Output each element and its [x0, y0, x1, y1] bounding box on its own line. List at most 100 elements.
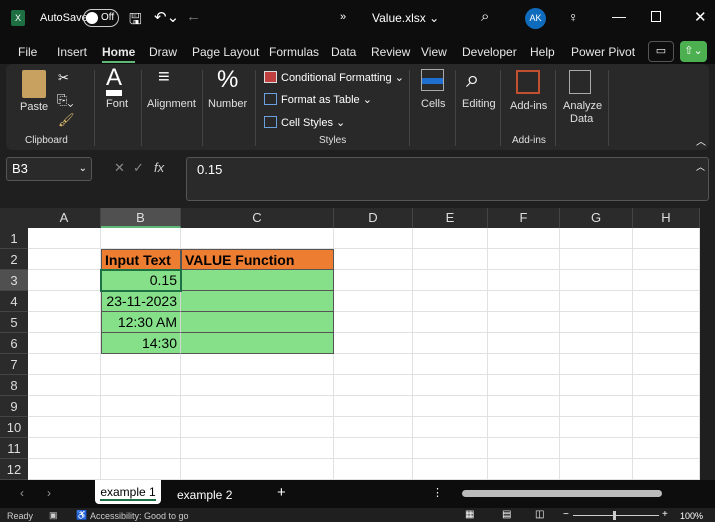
font-button[interactable]: Font	[106, 98, 128, 110]
filename[interactable]: Value.xlsx ⌄	[372, 11, 439, 25]
cancel-icon[interactable]: ✕	[114, 160, 125, 176]
lightbulb-icon[interactable]: ♀	[568, 9, 579, 25]
zoom-level[interactable]: 100%	[680, 511, 703, 521]
row-header-8[interactable]: 8	[0, 375, 28, 396]
cut-icon[interactable]: ✂	[58, 70, 69, 86]
collapse-ribbon-icon[interactable]: ︿	[696, 133, 706, 148]
more-commands-icon[interactable]: »	[340, 11, 346, 23]
column-header-G[interactable]: G	[560, 208, 633, 228]
column-header-H[interactable]: H	[633, 208, 700, 228]
row-header-3[interactable]: 3	[0, 270, 28, 291]
maximize-button[interactable]	[651, 11, 661, 22]
analyze-data-button[interactable]: Analyze	[563, 100, 602, 112]
tab-formulas[interactable]: Formulas	[269, 45, 319, 59]
value-function-cell[interactable]	[181, 333, 334, 354]
insert-function-icon[interactable]: fx	[154, 160, 164, 175]
vertical-scrollbar[interactable]	[700, 228, 715, 480]
row-header-4[interactable]: 4	[0, 291, 28, 312]
sheet-tab-example-1[interactable]: example 1	[95, 480, 161, 504]
row-header-6[interactable]: 6	[0, 333, 28, 354]
undo-icon[interactable]: ↶⌄	[154, 8, 179, 26]
value-function-cell[interactable]	[181, 291, 334, 312]
column-header-A[interactable]: A	[28, 208, 101, 228]
tab-help[interactable]: Help	[530, 45, 555, 59]
tab-view[interactable]: View	[421, 45, 447, 59]
page-layout-view-icon[interactable]: ▤	[502, 509, 511, 520]
accessibility-status[interactable]: Accessibility: Good to go	[90, 511, 189, 521]
row-header-12[interactable]: 12	[0, 459, 28, 480]
tab-page-layout[interactable]: Page Layout	[192, 45, 259, 59]
row-header-1[interactable]: 1	[0, 228, 28, 249]
row-header-11[interactable]: 11	[0, 438, 28, 459]
tab-insert[interactable]: Insert	[57, 45, 87, 59]
zoom-out-button[interactable]: −	[563, 509, 569, 520]
tab-draw[interactable]: Draw	[149, 45, 177, 59]
row-header-10[interactable]: 10	[0, 417, 28, 438]
column-header-B[interactable]: B	[101, 208, 181, 228]
avatar[interactable]: AK	[525, 8, 546, 29]
copy-icon[interactable]: ⎘⌄	[57, 92, 74, 108]
column-header-F[interactable]: F	[488, 208, 560, 228]
value-function-cell[interactable]	[181, 312, 334, 333]
name-box[interactable]: B3 ⌄	[6, 157, 92, 181]
input-text-cell[interactable]: 14:30	[101, 333, 181, 354]
select-all-corner[interactable]	[0, 208, 28, 228]
row-header-7[interactable]: 7	[0, 354, 28, 375]
expand-formula-bar-icon[interactable]: ︿	[696, 160, 705, 173]
enter-icon[interactable]: ✓	[133, 160, 144, 176]
search-icon[interactable]: ⌕	[481, 8, 489, 25]
header-input-text[interactable]: Input Text	[101, 249, 181, 270]
cells-button[interactable]: Cells	[421, 98, 445, 110]
formula-input[interactable]: 0.15	[186, 157, 709, 201]
share-button[interactable]: ⇧⌄	[680, 41, 707, 62]
active-cell-outline	[100, 269, 182, 292]
header-value-function[interactable]: VALUE Function	[181, 249, 334, 270]
paste-button[interactable]: Paste	[20, 101, 48, 113]
input-text-cell[interactable]: 12:30 AM	[101, 312, 181, 333]
editing-button[interactable]: Editing	[462, 98, 496, 110]
conditional-formatting-button[interactable]: Conditional Formatting ⌄	[281, 71, 404, 84]
conditional-formatting-icon	[264, 71, 277, 83]
tab-review[interactable]: Review	[371, 45, 410, 59]
macro-record-icon[interactable]: ▣	[49, 510, 58, 521]
tab-home[interactable]: Home	[102, 45, 136, 63]
format-painter-icon[interactable]: 🖌	[58, 112, 75, 128]
row-header-5[interactable]: 5	[0, 312, 28, 333]
row-header-2[interactable]: 2	[0, 249, 28, 270]
zoom-in-button[interactable]: +	[662, 509, 668, 520]
accessibility-icon[interactable]: ♿	[76, 510, 87, 521]
number-button[interactable]: Number	[208, 98, 247, 110]
next-sheet-icon[interactable]: ›	[47, 486, 51, 500]
save-icon[interactable]: 🖫	[129, 9, 142, 34]
tab-file[interactable]: File	[18, 45, 37, 59]
column-header-D[interactable]: D	[334, 208, 413, 228]
prev-sheet-icon[interactable]: ‹	[20, 486, 24, 500]
tab-power-pivot[interactable]: Power Pivot	[571, 45, 635, 59]
minimize-button[interactable]: —	[612, 8, 626, 24]
sheet-tab-example-2[interactable]: example 2	[177, 488, 232, 502]
alignment-button[interactable]: Alignment	[147, 98, 196, 110]
page-break-view-icon[interactable]: ◫	[535, 509, 544, 520]
redo-icon[interactable]: ←	[186, 8, 201, 25]
add-sheet-button[interactable]: +	[277, 484, 286, 501]
zoom-slider[interactable]	[573, 511, 659, 520]
status-ready: Ready	[7, 511, 34, 521]
close-button[interactable]: ✕	[694, 8, 707, 26]
cell-styles-button[interactable]: Cell Styles ⌄	[281, 116, 345, 129]
column-header-E[interactable]: E	[413, 208, 488, 228]
add-ins-button[interactable]: Add-ins	[510, 100, 547, 112]
tab-data[interactable]: Data	[331, 45, 356, 59]
input-text-cell[interactable]: 23-11-2023	[101, 291, 181, 312]
paste-icon[interactable]	[22, 70, 46, 98]
comments-button[interactable]: ▭	[648, 41, 674, 62]
column-header-C[interactable]: C	[181, 208, 334, 228]
tab-developer[interactable]: Developer	[462, 45, 517, 59]
row-header-9[interactable]: 9	[0, 396, 28, 417]
analyze-data-button-line2[interactable]: Data	[570, 113, 593, 125]
value-function-cell[interactable]	[181, 270, 334, 291]
more-options-icon[interactable]: ⋮	[432, 486, 443, 499]
autosave-toggle[interactable]: Off	[83, 9, 119, 27]
format-as-table-button[interactable]: Format as Table ⌄	[281, 93, 372, 106]
normal-view-icon[interactable]: ▦	[465, 509, 474, 520]
horizontal-scrollbar[interactable]	[462, 490, 662, 497]
